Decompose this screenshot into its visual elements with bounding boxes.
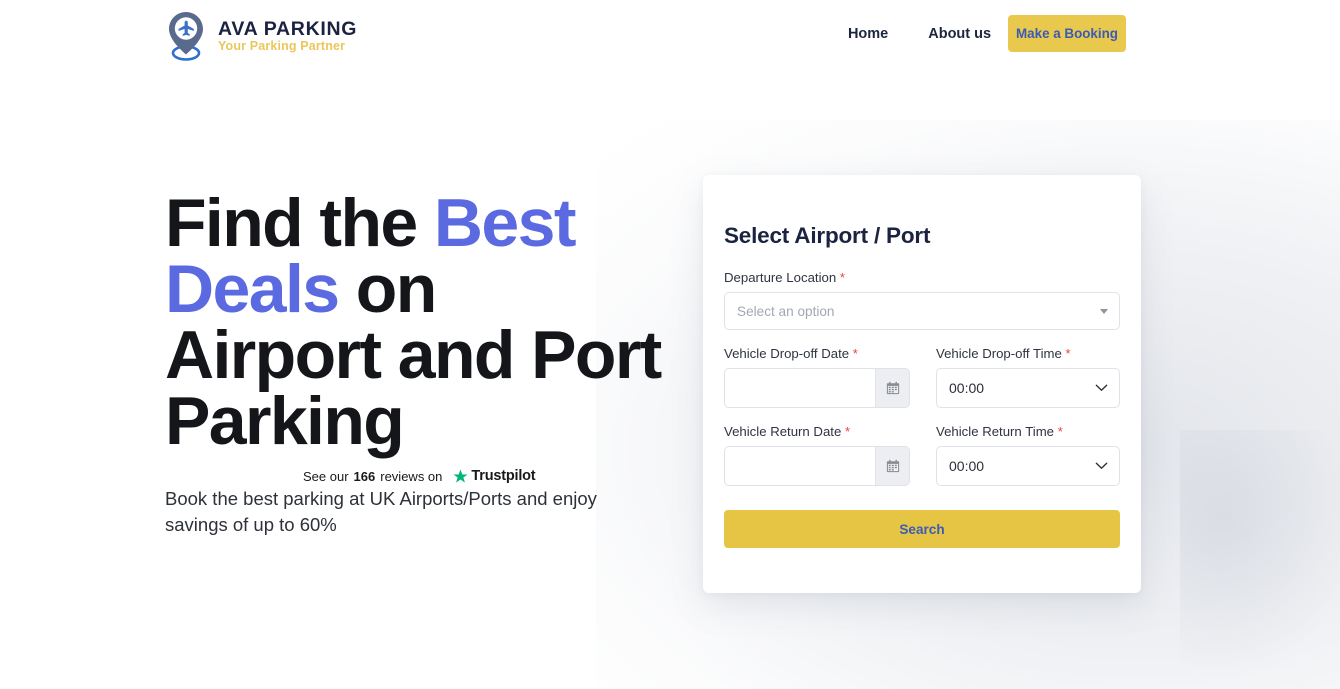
trustpilot-suffix: reviews on bbox=[380, 468, 443, 484]
return-time-select[interactable]: 00:00 bbox=[936, 446, 1120, 486]
nav-item-about-us[interactable]: About us bbox=[908, 24, 1011, 44]
booking-form-title: Select Airport / Port bbox=[724, 223, 931, 248]
trustpilot-logo: Trustpilot bbox=[453, 468, 536, 484]
return-date-field bbox=[724, 446, 910, 486]
map-pin-airplane-icon bbox=[169, 12, 203, 61]
return-row: Vehicle Return Date * Vehicle Return Tim… bbox=[724, 424, 1120, 486]
caret-down-icon bbox=[1100, 309, 1108, 314]
page-title: Find the Best Deals on Airport and Port … bbox=[165, 189, 665, 455]
required-marker: * bbox=[852, 346, 858, 361]
required-marker: * bbox=[1057, 424, 1063, 439]
return-date-group: Vehicle Return Date * bbox=[724, 424, 910, 486]
chevron-down-icon bbox=[1095, 462, 1108, 469]
search-button[interactable]: Search bbox=[724, 510, 1120, 548]
dropoff-row: Vehicle Drop-off Date * Vehicle Drop-off… bbox=[724, 346, 1120, 408]
site-header: AVA PARKING Your Parking Partner Home Ab… bbox=[0, 0, 1340, 70]
departure-location-group: Departure Location * Select an option bbox=[724, 270, 1120, 330]
return-time-value: 00:00 bbox=[949, 458, 985, 474]
return-time-label-text: Vehicle Return Time bbox=[936, 424, 1055, 439]
trustpilot-review-count: 166 bbox=[353, 468, 376, 484]
hero-subtitle: Book the best parking at UK Airports/Por… bbox=[165, 488, 597, 535]
dropoff-time-value: 00:00 bbox=[949, 380, 985, 396]
return-date-input[interactable] bbox=[725, 447, 875, 485]
hero-section: Find the Best Deals on Airport and Port … bbox=[165, 189, 665, 538]
departure-location-label-text: Departure Location bbox=[724, 270, 837, 285]
required-marker: * bbox=[844, 424, 851, 439]
booking-form-card: Select Airport / Port Departure Location… bbox=[703, 175, 1141, 593]
departure-location-placeholder: Select an option bbox=[737, 303, 835, 319]
hero-heading-part1: Find the bbox=[165, 185, 434, 261]
background-gradient-wash-secondary bbox=[1180, 430, 1340, 689]
trustpilot-wordmark: Trustpilot bbox=[471, 468, 536, 484]
chevron-down-icon bbox=[1095, 384, 1108, 391]
dropoff-date-input[interactable] bbox=[725, 369, 875, 407]
return-date-label-text: Vehicle Return Date bbox=[724, 424, 842, 439]
page-root: AVA PARKING Your Parking Partner Home Ab… bbox=[0, 0, 1340, 689]
departure-location-label: Departure Location * bbox=[724, 270, 1120, 286]
brand-name: AVA PARKING bbox=[218, 17, 358, 40]
return-date-label: Vehicle Return Date * bbox=[724, 424, 910, 440]
trustpilot-rating[interactable]: See our 166 reviews on Trustpilot bbox=[303, 468, 536, 484]
dropoff-date-label-text: Vehicle Drop-off Date bbox=[724, 346, 850, 361]
trustpilot-prefix: See our bbox=[303, 468, 349, 484]
make-a-booking-button[interactable]: Make a Booking bbox=[1008, 15, 1126, 52]
dropoff-date-field bbox=[724, 368, 910, 408]
departure-location-select[interactable]: Select an option bbox=[724, 292, 1120, 330]
calendar-icon bbox=[886, 459, 899, 473]
required-marker: * bbox=[1065, 346, 1071, 361]
brand-logo[interactable]: AVA PARKING Your Parking Partner bbox=[165, 10, 357, 62]
brand-logo-text: AVA PARKING Your Parking Partner bbox=[218, 17, 358, 54]
dropoff-date-calendar-button[interactable] bbox=[875, 369, 909, 407]
dropoff-time-select[interactable]: 00:00 bbox=[936, 368, 1120, 408]
dropoff-time-group: Vehicle Drop-off Time * 00:00 bbox=[936, 346, 1120, 408]
nav-item-home[interactable]: Home bbox=[848, 24, 908, 44]
dropoff-time-label: Vehicle Drop-off Time * bbox=[936, 346, 1120, 362]
brand-tagline: Your Parking Partner bbox=[218, 39, 346, 54]
dropoff-date-label: Vehicle Drop-off Date * bbox=[724, 346, 910, 362]
return-date-calendar-button[interactable] bbox=[875, 447, 909, 485]
return-time-label: Vehicle Return Time * bbox=[936, 424, 1120, 440]
dropoff-date-group: Vehicle Drop-off Date * bbox=[724, 346, 910, 408]
required-marker: * bbox=[839, 270, 845, 285]
trustpilot-star-icon bbox=[453, 468, 468, 483]
return-time-group: Vehicle Return Time * 00:00 bbox=[936, 424, 1120, 486]
calendar-icon bbox=[886, 381, 899, 395]
dropoff-time-label-text: Vehicle Drop-off Time bbox=[936, 346, 1062, 361]
